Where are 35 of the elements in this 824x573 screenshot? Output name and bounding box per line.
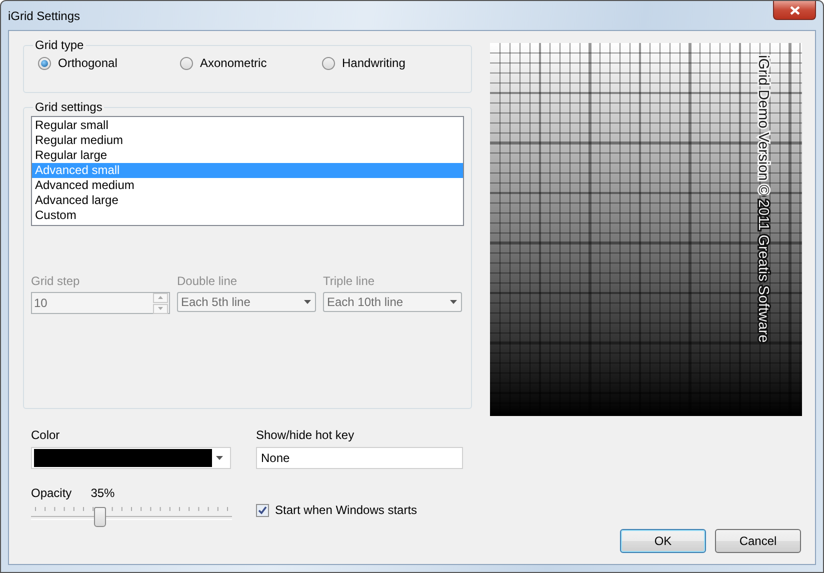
- group-label: Grid type: [34, 38, 85, 52]
- list-item[interactable]: Regular medium: [32, 133, 463, 148]
- caret-icon: [450, 300, 457, 304]
- field-label: Grid step: [31, 274, 81, 288]
- color-dropdown[interactable]: [31, 447, 231, 469]
- field-label: Color: [31, 428, 61, 442]
- dialog-button[interactable]: OK: [620, 529, 706, 553]
- opacity-slider[interactable]: [31, 504, 232, 530]
- close-icon: [790, 6, 800, 14]
- list-item[interactable]: Custom: [32, 208, 463, 223]
- list-item[interactable]: Advanced medium: [32, 178, 463, 193]
- radio-option[interactable]: Orthogonal: [38, 56, 180, 70]
- caret-icon: [216, 456, 223, 460]
- opacity-value: 35%: [90, 486, 115, 500]
- radio-option[interactable]: Handwriting: [322, 56, 464, 70]
- hotkey-field[interactable]: None: [256, 447, 463, 469]
- group-label: Grid settings: [34, 100, 104, 114]
- checkbox-option[interactable]: Start when Windows starts: [256, 503, 418, 517]
- list-item[interactable]: Regular small: [32, 118, 463, 133]
- field-label: Double line: [177, 274, 238, 288]
- arrow-down-icon: [158, 307, 163, 310]
- caret-icon: [304, 300, 311, 304]
- list-item[interactable]: Advanced large: [32, 193, 463, 208]
- field-label: Triple line: [323, 274, 376, 288]
- slider-thumb[interactable]: [94, 507, 106, 527]
- field-label: Opacity: [31, 486, 72, 500]
- window-title: iGrid Settings: [8, 9, 80, 23]
- close-button[interactable]: [773, 1, 816, 20]
- list-item[interactable]: Regular large: [32, 148, 463, 163]
- radio-option[interactable]: Axonometric: [180, 56, 322, 70]
- check-icon: [258, 506, 267, 514]
- demo-version-text: iGrid Demo Version © 2011 Greatis Software: [755, 55, 771, 343]
- dialog-button[interactable]: Cancel: [715, 529, 801, 553]
- field-label: Show/hide hot key: [256, 428, 356, 442]
- arrow-up-icon: [158, 296, 163, 299]
